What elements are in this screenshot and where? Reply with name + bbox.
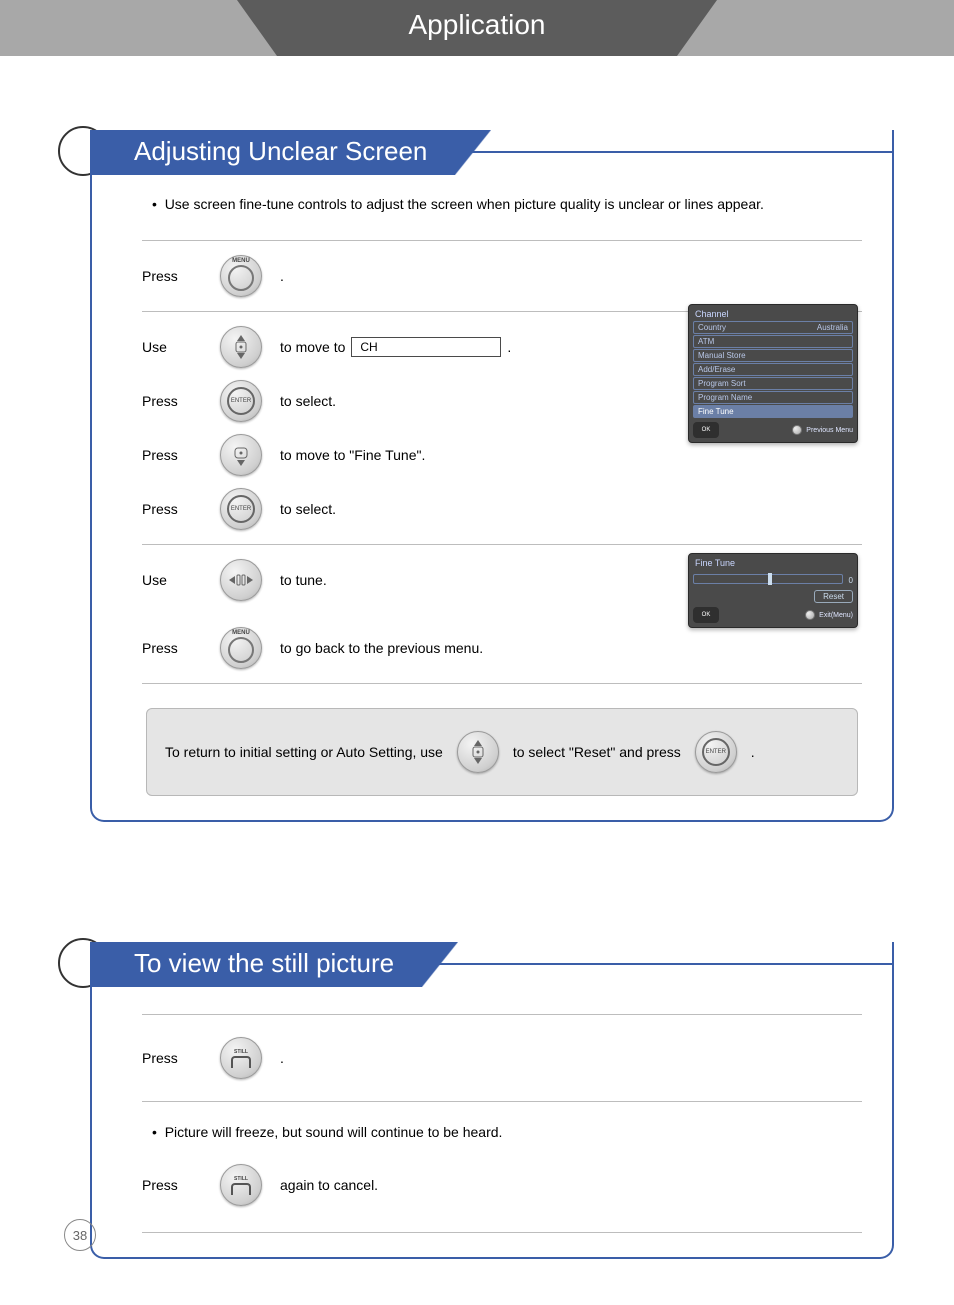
section2-title: To view the still picture bbox=[90, 942, 422, 987]
step2-post: . bbox=[507, 339, 511, 355]
section1-title: Adjusting Unclear Screen bbox=[90, 130, 455, 175]
step1-desc: . bbox=[280, 268, 284, 284]
menu-button-icon: MENU bbox=[220, 255, 262, 297]
step5-desc: to select. bbox=[280, 501, 336, 517]
step3-desc: to select. bbox=[280, 393, 336, 409]
step6-desc: to tune. bbox=[280, 572, 327, 588]
section-still-picture: To view the still picture Press STILL . … bbox=[90, 942, 894, 1259]
menu-button-label: MENU bbox=[232, 258, 250, 264]
steps-2-5-group: Channel CountryAustralia ATM Manual Stor… bbox=[142, 312, 862, 545]
step2-desc: to move to CH . bbox=[280, 337, 511, 357]
section2-header: To view the still picture bbox=[92, 942, 892, 984]
menu-button-label-2: MENU bbox=[232, 630, 250, 636]
step4-desc: to move to "Fine Tune". bbox=[280, 447, 425, 463]
hint-post: . bbox=[751, 744, 755, 760]
enter-button-icon-2: ENTER bbox=[220, 488, 262, 530]
section2-note-and-step2: • Picture will freeze, but sound will co… bbox=[142, 1102, 862, 1233]
section-adjusting-unclear-screen: Adjusting Unclear Screen • Use screen fi… bbox=[90, 130, 894, 822]
s2-step1-desc: . bbox=[280, 1050, 284, 1066]
menu-button-icon-2: MENU bbox=[220, 627, 262, 669]
still-button-label: STILL bbox=[234, 1049, 248, 1055]
s2-step2-desc: again to cancel. bbox=[280, 1177, 378, 1193]
page-header: Application bbox=[0, 0, 954, 60]
step6-verb: Use bbox=[142, 572, 202, 588]
osd-channel-title: Channel bbox=[693, 309, 853, 319]
section2-note: Picture will freeze, but sound will cont… bbox=[165, 1124, 503, 1140]
section1-intro: • Use screen fine-tune controls to adjus… bbox=[152, 196, 862, 212]
step2-verb: Use bbox=[142, 339, 202, 355]
section1-hint-box: To return to initial setting or Auto Set… bbox=[146, 708, 858, 796]
step7-verb: Press bbox=[142, 640, 202, 656]
step2-pre: to move to bbox=[280, 339, 345, 355]
hint-mid: to select "Reset" and press bbox=[513, 744, 681, 760]
hint-pre: To return to initial setting or Auto Set… bbox=[165, 744, 443, 760]
section1-intro-text: Use screen fine-tune controls to adjust … bbox=[165, 196, 764, 212]
s2-step2-verb: Press bbox=[142, 1177, 202, 1193]
step4-verb: Press bbox=[142, 447, 202, 463]
section2-step1: Press STILL . bbox=[142, 1014, 862, 1102]
step2-field-ch: CH bbox=[351, 337, 501, 357]
page-number: 38 bbox=[64, 1219, 96, 1251]
section1-header: Adjusting Unclear Screen bbox=[92, 130, 892, 172]
hint-dpad-icon bbox=[457, 731, 499, 773]
step7-desc: to go back to the previous menu. bbox=[280, 640, 483, 656]
still-button-label-2: STILL bbox=[234, 1176, 248, 1182]
header-title: Application bbox=[277, 0, 677, 50]
step1-verb: Press bbox=[142, 268, 202, 284]
hint-enter-icon: ENTER bbox=[695, 731, 737, 773]
s2-step1-verb: Press bbox=[142, 1050, 202, 1066]
steps-6-7-group: Fine Tune 0 Reset OK Exit(Menu) Use bbox=[142, 545, 862, 684]
still-button-icon: STILL bbox=[220, 1037, 262, 1079]
dpad-left-right-icon bbox=[220, 559, 262, 601]
step5-verb: Press bbox=[142, 501, 202, 517]
step3-verb: Press bbox=[142, 393, 202, 409]
header-notch: Application bbox=[277, 0, 677, 56]
step1-group: Press MENU . bbox=[142, 240, 862, 312]
dpad-down-icon bbox=[220, 434, 262, 476]
enter-button-icon: ENTER bbox=[220, 380, 262, 422]
still-button-icon-2: STILL bbox=[220, 1164, 262, 1206]
dpad-up-down-icon bbox=[220, 326, 262, 368]
